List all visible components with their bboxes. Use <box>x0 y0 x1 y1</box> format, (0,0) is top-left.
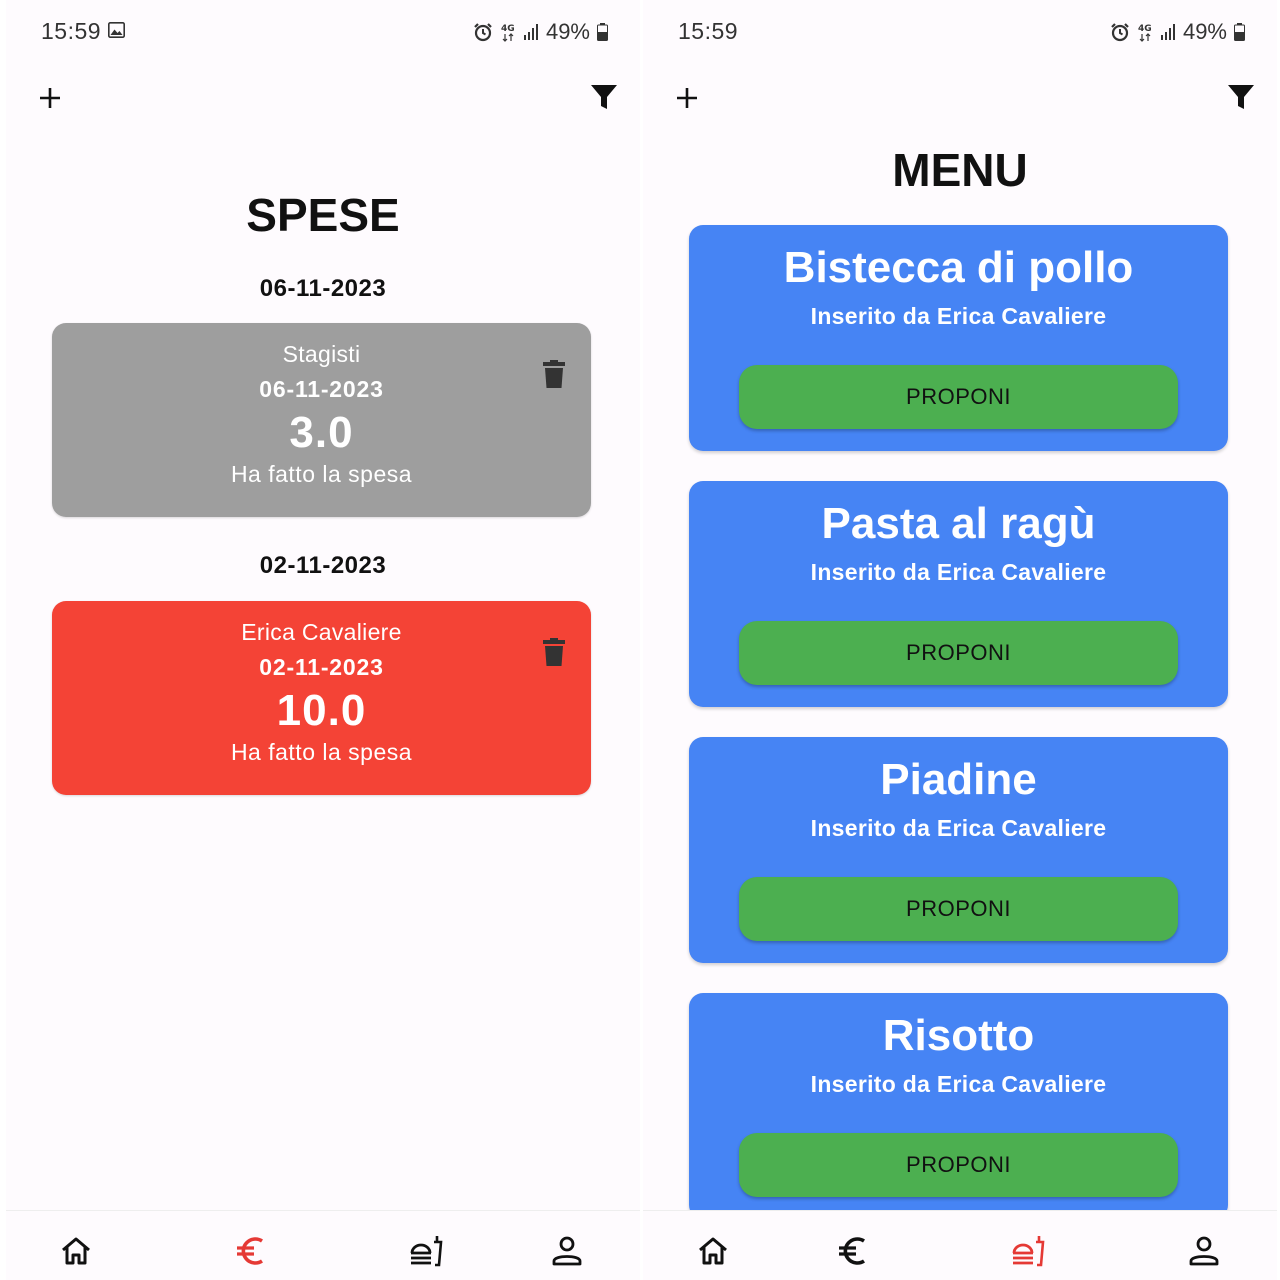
alarm-icon <box>474 23 492 42</box>
menu-item-title: Pasta al ragù <box>821 499 1096 548</box>
battery-percent: 49% <box>1182 19 1227 44</box>
status-time: 15:59 <box>678 18 739 44</box>
menu-item-card[interactable]: Risotto Inserito da Erica Cavaliere PROP… <box>689 993 1228 1219</box>
app-bar <box>6 72 640 128</box>
menu-item-author: Inserito da Erica Cavaliere <box>810 1071 1107 1097</box>
status-bar: 15:59 4G 49% <box>643 0 1277 64</box>
add-icon[interactable] <box>34 82 66 114</box>
profile-icon[interactable] <box>1186 1233 1222 1269</box>
expense-date: 02-11-2023 <box>259 654 384 680</box>
date-group-header: 06-11-2023 <box>259 275 387 302</box>
menu-item-author: Inserito da Erica Cavaliere <box>810 559 1107 585</box>
network-4g-icon: 4G <box>1138 24 1152 42</box>
add-icon[interactable] <box>671 82 703 114</box>
battery-icon <box>1234 23 1245 41</box>
signal-icon <box>523 24 538 40</box>
bottom-nav <box>643 1210 1277 1280</box>
menu-item-author: Inserito da Erica Cavaliere <box>810 303 1107 329</box>
menu-item-card[interactable]: Pasta al ragù Inserito da Erica Cavalier… <box>689 481 1228 707</box>
menu-item-card[interactable]: Piadine Inserito da Erica Cavaliere PROP… <box>689 737 1228 963</box>
expense-amount: 10.0 <box>276 686 367 735</box>
expenses-screen: 15:59 4G 49% SPESE 06-11-2023 Stagisti 0… <box>6 0 640 1280</box>
status-icons: 4G 49% <box>473 19 608 45</box>
svg-text:4G: 4G <box>501 24 515 34</box>
menu-screen: 15:59 4G 49% MENU Bistecca di pollo Inse… <box>643 0 1277 1280</box>
menu-item-title: Bistecca di pollo <box>783 243 1134 292</box>
expense-date: 06-11-2023 <box>259 376 384 402</box>
page-title: MENU <box>892 144 1028 196</box>
status-icons: 4G 49% <box>1110 19 1245 45</box>
home-icon[interactable] <box>58 1233 94 1269</box>
menu-item-card[interactable]: Bistecca di pollo Inserito da Erica Cava… <box>689 225 1228 451</box>
expense-card[interactable]: Stagisti 06-11-2023 3.0 Ha fatto la spes… <box>52 323 591 517</box>
page-title: SPESE <box>246 189 400 241</box>
delete-icon[interactable] <box>542 359 566 389</box>
propose-button[interactable]: PROPONI <box>739 621 1178 685</box>
expense-description: Ha fatto la spesa <box>230 461 413 487</box>
food-menu-icon[interactable] <box>408 1233 444 1269</box>
euro-icon[interactable] <box>233 1233 269 1269</box>
signal-icon <box>1160 24 1175 40</box>
propose-button[interactable]: PROPONI <box>739 1133 1178 1197</box>
bottom-nav <box>6 1210 640 1280</box>
food-menu-icon[interactable] <box>1010 1233 1046 1269</box>
expense-description: Ha fatto la spesa <box>230 739 413 765</box>
alarm-icon <box>1111 23 1129 42</box>
filter-icon[interactable] <box>590 83 618 111</box>
profile-icon[interactable] <box>549 1233 585 1269</box>
expense-payer: Erica Cavaliere <box>241 619 402 645</box>
battery-percent: 49% <box>545 19 590 44</box>
delete-icon[interactable] <box>542 637 566 667</box>
menu-item-title: Piadine <box>880 755 1037 804</box>
euro-icon[interactable] <box>835 1233 871 1269</box>
expense-card[interactable]: Erica Cavaliere 02-11-2023 10.0 Ha fatto… <box>52 601 591 795</box>
date-group-header: 02-11-2023 <box>259 552 387 579</box>
propose-button[interactable]: PROPONI <box>739 877 1178 941</box>
home-icon[interactable] <box>695 1233 731 1269</box>
filter-icon[interactable] <box>1227 83 1255 111</box>
battery-icon <box>597 23 608 41</box>
expense-amount: 3.0 <box>289 408 354 457</box>
menu-item-title: Risotto <box>882 1011 1035 1060</box>
status-time: 15:59 <box>41 18 102 44</box>
svg-text:4G: 4G <box>1138 24 1152 34</box>
status-bar: 15:59 4G 49% <box>6 0 640 64</box>
app-bar <box>643 72 1277 128</box>
expense-payer: Stagisti <box>282 341 361 367</box>
propose-button[interactable]: PROPONI <box>739 365 1178 429</box>
menu-item-author: Inserito da Erica Cavaliere <box>810 815 1107 841</box>
network-4g-icon: 4G <box>501 24 515 42</box>
image-icon <box>108 22 125 38</box>
